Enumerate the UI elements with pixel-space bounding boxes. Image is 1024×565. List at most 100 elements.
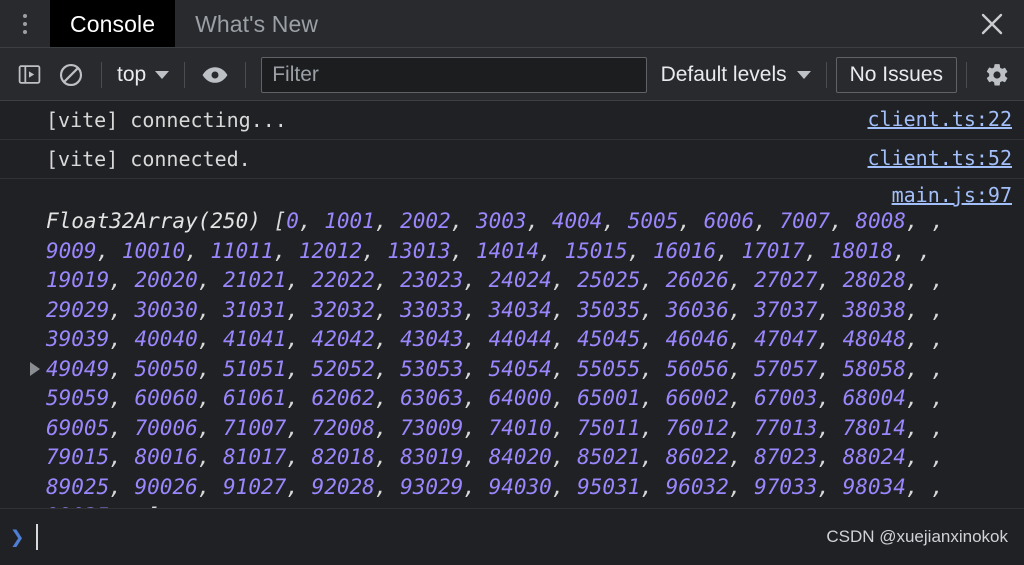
array-punctuation: , bbox=[905, 356, 932, 381]
array-value: 54054 bbox=[488, 356, 552, 381]
console-sidebar-toggle-button[interactable] bbox=[8, 55, 50, 95]
array-value: 37037 bbox=[754, 297, 818, 322]
toolbar-divider bbox=[966, 61, 967, 88]
array-value: 50050 bbox=[134, 356, 198, 381]
array-preview-line: 69005, 70006, 71007, 72008, 73009, 74010… bbox=[46, 414, 1012, 444]
message-gutter bbox=[0, 146, 46, 154]
issues-button[interactable]: No Issues bbox=[835, 56, 957, 93]
console-array-message-row[interactable]: Float32Array(250) [0, 1001, 2002, 3003, … bbox=[0, 207, 1024, 508]
array-punctuation: , bbox=[918, 238, 932, 263]
array-value: 27027 bbox=[754, 268, 818, 292]
log-levels-label: Default levels bbox=[660, 62, 787, 86]
array-punctuation: , bbox=[463, 297, 489, 322]
expand-arrow-icon[interactable] bbox=[30, 362, 40, 377]
array-value: 88024 bbox=[842, 445, 906, 469]
array-punctuation: , bbox=[551, 386, 578, 410]
array-punctuation: , bbox=[463, 415, 489, 440]
array-value: 26026 bbox=[665, 268, 729, 292]
clear-console-button[interactable] bbox=[50, 55, 92, 95]
array-value: 32032 bbox=[311, 297, 375, 322]
array-value: 49049 bbox=[46, 356, 110, 381]
array-punctuation: , bbox=[905, 268, 932, 292]
console-message-row[interactable]: [vite] connecting... client.ts:22 bbox=[0, 101, 1024, 140]
array-punctuation: , bbox=[197, 386, 224, 410]
array-value: 47047 bbox=[754, 327, 818, 351]
array-value: 7007 bbox=[779, 209, 831, 233]
array-value: 98034 bbox=[842, 474, 906, 499]
array-punctuation: , bbox=[640, 474, 666, 499]
array-punctuation: , bbox=[905, 297, 932, 322]
issues-label: No Issues bbox=[849, 62, 943, 86]
array-punctuation: , bbox=[286, 356, 312, 381]
array-preview-line: Float32Array(250) [0, 1001, 2002, 3003, … bbox=[46, 207, 1012, 237]
array-punctuation: , bbox=[197, 268, 224, 292]
array-value: 17017 bbox=[741, 238, 805, 263]
array-punctuation: , bbox=[374, 386, 401, 410]
execution-context-selector[interactable]: top bbox=[111, 63, 175, 87]
array-punctuation: , bbox=[716, 238, 742, 263]
array-value: 9009 bbox=[46, 238, 97, 263]
array-punctuation: , bbox=[905, 415, 932, 440]
array-value: 71007 bbox=[223, 415, 287, 440]
more-options-button[interactable] bbox=[0, 0, 50, 48]
console-prompt[interactable]: ❯ CSDN @xuejianxinokok bbox=[0, 508, 1024, 565]
array-value: 41041 bbox=[223, 327, 287, 351]
message-text: [vite] connecting... bbox=[46, 108, 287, 132]
array-value: 8008 bbox=[855, 209, 906, 233]
array-punctuation: , bbox=[374, 474, 401, 499]
array-value: 35035 bbox=[577, 297, 641, 322]
array-value: 11011 bbox=[210, 238, 274, 263]
toolbar-divider bbox=[825, 61, 827, 88]
array-punctuation: , bbox=[374, 297, 401, 322]
array-punctuation: , bbox=[197, 415, 224, 440]
array-punctuation: , bbox=[286, 268, 312, 292]
array-value: 13013 bbox=[387, 238, 451, 263]
array-punctuation: , bbox=[374, 415, 401, 440]
array-punctuation: , bbox=[298, 209, 325, 233]
filter-input[interactable]: Filter bbox=[261, 56, 647, 93]
console-message-row[interactable]: [vite] connected. client.ts:52 bbox=[0, 140, 1024, 179]
array-punctuation: , bbox=[640, 386, 666, 410]
array-value: 65001 bbox=[577, 386, 641, 410]
array-punctuation: , bbox=[640, 297, 666, 322]
array-punctuation: , bbox=[627, 238, 653, 263]
live-expression-button[interactable] bbox=[194, 55, 236, 95]
log-levels-selector[interactable]: Default levels bbox=[655, 63, 817, 87]
array-punctuation: , bbox=[640, 268, 666, 292]
array-value: 6006 bbox=[703, 209, 755, 233]
array-value: 52052 bbox=[311, 356, 375, 381]
array-value: 46046 bbox=[665, 327, 729, 351]
array-punctuation: , bbox=[197, 327, 224, 351]
array-value: 48048 bbox=[842, 327, 906, 351]
array-punctuation: , bbox=[109, 415, 135, 440]
array-value: 57057 bbox=[754, 356, 818, 381]
array-punctuation: , bbox=[728, 297, 755, 322]
array-preview-line: 79015, 80016, 81017, 82018, 83019, 84020… bbox=[46, 443, 1012, 473]
array-preview-line: 19019, 20020, 21021, 22022, 23023, 24024… bbox=[46, 266, 1012, 296]
message-source-link[interactable]: client.ts:52 bbox=[852, 146, 1013, 170]
console-message-list[interactable]: [vite] connecting... client.ts:22 [vite]… bbox=[0, 101, 1024, 508]
settings-button[interactable] bbox=[976, 55, 1018, 95]
array-punctuation: , bbox=[109, 445, 135, 469]
array-punctuation: , bbox=[109, 356, 135, 381]
array-punctuation: , bbox=[374, 356, 401, 381]
tab-whats-new[interactable]: What's New bbox=[175, 0, 338, 48]
array-value: 66002 bbox=[665, 386, 729, 410]
close-button[interactable] bbox=[960, 0, 1024, 48]
array-punctuation: , bbox=[96, 238, 122, 263]
array-preview-line: 49049, 50050, 51051, 52052, 53053, 54054… bbox=[46, 355, 1012, 385]
array-source-link[interactable]: main.js:97 bbox=[892, 183, 1012, 207]
array-value: 28028 bbox=[842, 268, 906, 292]
array-value: 55055 bbox=[577, 356, 641, 381]
array-value: 68004 bbox=[842, 386, 906, 410]
array-disclosure-gutter[interactable] bbox=[0, 207, 46, 508]
array-value: 15015 bbox=[564, 238, 628, 263]
array-body: Float32Array(250) [0, 1001, 2002, 3003, … bbox=[46, 207, 1012, 508]
array-value: 76012 bbox=[665, 415, 729, 440]
array-punctuation: , bbox=[931, 474, 944, 499]
array-punctuation: , bbox=[931, 445, 944, 469]
execution-context-label: top bbox=[117, 62, 147, 86]
tab-console[interactable]: Console bbox=[50, 0, 176, 48]
message-source-link[interactable]: client.ts:22 bbox=[852, 107, 1013, 131]
array-punctuation: , bbox=[463, 386, 489, 410]
